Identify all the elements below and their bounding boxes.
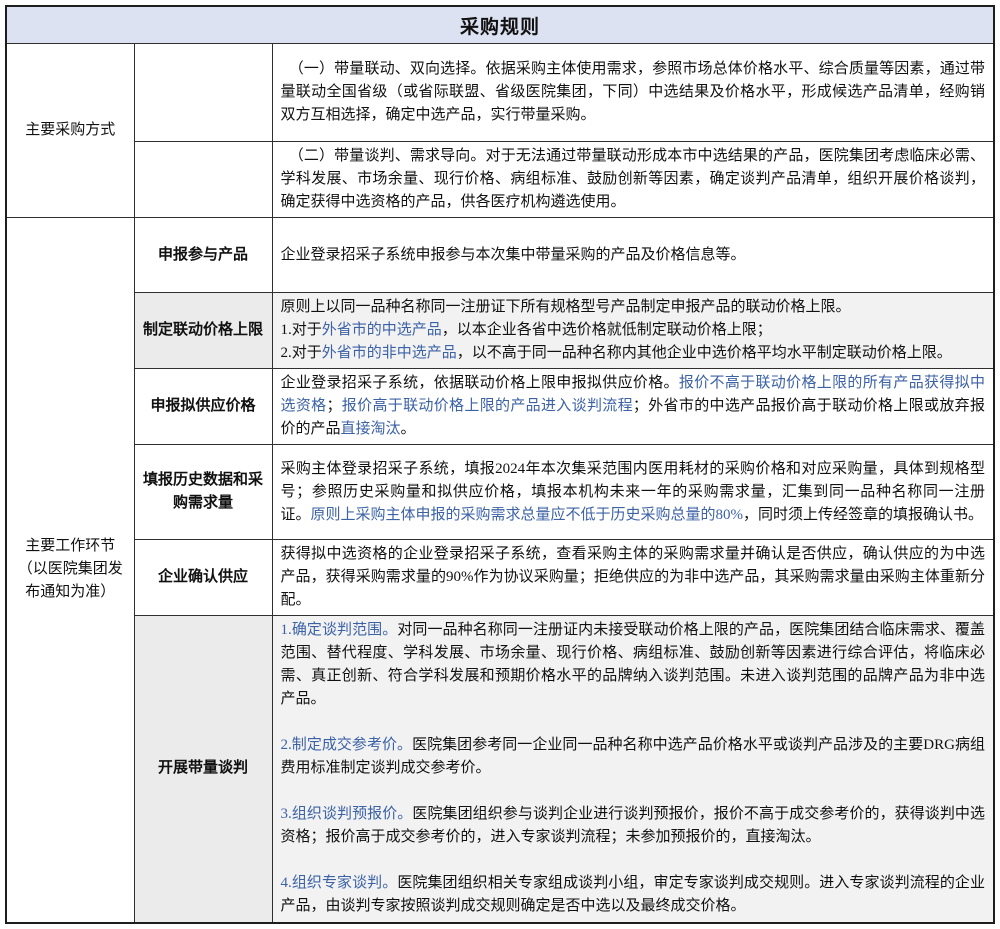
step-content: （二）带量谈判、需求导向。对于无法通过带量联动形成本市中选结果的产品，医院集团考…: [272, 142, 994, 218]
body-text: （一）带量联动、双向选择。依据采购主体使用需求，参照市场总体价格水平、综合质量等…: [281, 61, 986, 123]
content-paragraph: 获得拟中选资格的企业登录招采子系统，查看采购主体的采购需求量并确认是否供应，确认…: [281, 543, 986, 612]
group-label: 主要采购方式: [6, 44, 134, 218]
table-body: 主要采购方式 （一）带量联动、双向选择。依据采购主体使用需求，参照市场总体价格水平…: [6, 44, 994, 923]
table-row: 主要采购方式（一）带量联动、双向选择。依据采购主体使用需求，参照市场总体价格水平…: [6, 44, 994, 142]
step-label: [134, 44, 272, 142]
body-text: 2.对于: [281, 345, 322, 361]
highlighted-text: 原则上采购主体申报的采购需求总量应不低于历史采购总量的80%: [311, 507, 744, 523]
body-text: ，同时须上传经签章的填报确认书。: [743, 507, 983, 523]
content-paragraph: 2.制定成交参考价。医院集团参考同一企业同一品种名称中选产品价格水平或谈判产品涉…: [281, 734, 986, 780]
step-content: 企业登录招采子系统，依据联动价格上限申报拟供应价格。报价不高于联动价格上限的所有…: [272, 369, 994, 445]
content-paragraph: 3.组织谈判预报价。医院集团组织参与谈判企业进行谈判预报价，报价不高于成交参考价…: [281, 803, 986, 849]
body-text: 获得拟中选资格的企业登录招采子系统，查看采购主体的采购需求量并确认是否供应，确认…: [281, 546, 986, 608]
table-row: 制定联动价格上限原则上以同一品种名称同一注册证下所有规格型号产品制定申报产品的联…: [6, 293, 994, 369]
step-label: 申报拟供应价格: [134, 369, 272, 445]
step-label: 制定联动价格上限: [134, 293, 272, 369]
body-text: ，以不高于同一品种名称内其他企业中选价格平均水平制定联动价格上限。: [457, 345, 952, 361]
highlighted-text: 外省市的非中选产品: [322, 345, 457, 361]
step-label: 填报历史数据和采购需求量: [134, 445, 272, 540]
highlighted-text: 2.制定成交参考价。: [281, 737, 413, 753]
title-row: 采购规则: [6, 6, 994, 44]
table-row: 填报历史数据和采购需求量采购主体登录招采子系统，填报2024年本次集采范围内医用…: [6, 445, 994, 540]
table-row: 主要工作环节（以医院集团发布通知为准）申报参与产品企业登录招采子系统申报参与本次…: [6, 218, 994, 293]
table-row: 企业确认供应获得拟中选资格的企业登录招采子系统，查看采购主体的采购需求量并确认是…: [6, 540, 994, 616]
content-paragraph: （二）带量谈判、需求导向。对于无法通过带量联动形成本市中选结果的产品，医院集团考…: [281, 145, 986, 214]
highlighted-text: 直接淘汰: [341, 421, 401, 437]
highlighted-text: 外省市的中选产品: [322, 322, 442, 338]
body-text: 。: [401, 421, 416, 437]
highlighted-text: 4.组织专家谈判。: [281, 875, 398, 891]
content-paragraph: 企业登录招采子系统申报参与本次集中带量采购的产品及价格信息等。: [281, 244, 986, 267]
group-label: 主要工作环节（以医院集团发布通知为准）: [6, 218, 134, 923]
step-label: [134, 142, 272, 218]
highlighted-text: 1.确定谈判范围。: [281, 622, 398, 638]
content-paragraph: 1.对于外省市的中选产品，以本企业各省中选价格就低制定联动价格上限；: [281, 319, 986, 342]
content-paragraph: 采购主体登录招采子系统，填报2024年本次集采范围内医用耗材的采购价格和对应采购…: [281, 458, 986, 527]
body-text: ；: [326, 398, 341, 414]
highlighted-text: 报价高于联动价格上限的产品进入谈判流程: [341, 398, 632, 414]
step-content: 采购主体登录招采子系统，填报2024年本次集采范围内医用耗材的采购价格和对应采购…: [272, 445, 994, 540]
body-text: 原则上以同一品种名称同一注册证下所有规格型号产品制定申报产品的联动价格上限。: [281, 299, 851, 315]
body-text: ，以本企业各省中选价格就低制定联动价格上限；: [442, 322, 772, 338]
step-content: 企业登录招采子系统申报参与本次集中带量采购的产品及价格信息等。: [272, 218, 994, 293]
step-content: 1.确定谈判范围。对同一品种名称同一注册证内未接受联动价格上限的产品，医院集团结…: [272, 616, 994, 923]
content-paragraph: 1.确定谈判范围。对同一品种名称同一注册证内未接受联动价格上限的产品，医院集团结…: [281, 619, 986, 711]
step-content: （一）带量联动、双向选择。依据采购主体使用需求，参照市场总体价格水平、综合质量等…: [272, 44, 994, 142]
content-paragraph: 4.组织专家谈判。医院集团组织相关专家组成谈判小组，审定专家谈判成交规则。进入专…: [281, 872, 986, 918]
step-content: 获得拟中选资格的企业登录招采子系统，查看采购主体的采购需求量并确认是否供应，确认…: [272, 540, 994, 616]
table-row: （二）带量谈判、需求导向。对于无法通过带量联动形成本市中选结果的产品，医院集团考…: [6, 142, 994, 218]
procurement-table: 采购规则 主要采购方式 （一）带量联动、双向选择。依据采购主体使用需求，参照市场总…: [5, 5, 995, 924]
content-paragraph: 企业登录招采子系统，依据联动价格上限申报拟供应价格。报价不高于联动价格上限的所有…: [281, 372, 986, 441]
page-title: 采购规则: [6, 6, 994, 44]
body-text: （二）带量谈判、需求导向。对于无法通过带量联动形成本市中选结果的产品，医院集团考…: [281, 148, 986, 210]
table-row: 开展带量谈判1.确定谈判范围。对同一品种名称同一注册证内未接受联动价格上限的产品…: [6, 616, 994, 923]
step-label: 申报参与产品: [134, 218, 272, 293]
content-paragraph: 2.对于外省市的非中选产品，以不高于同一品种名称内其他企业中选价格平均水平制定联…: [281, 342, 986, 365]
table-row: 申报拟供应价格企业登录招采子系统，依据联动价格上限申报拟供应价格。报价不高于联动…: [6, 369, 994, 445]
highlighted-text: 3.组织谈判预报价。: [281, 806, 413, 822]
body-text: 企业登录招采子系统，依据联动价格上限申报拟供应价格。: [281, 375, 679, 391]
step-label: 开展带量谈判: [134, 616, 272, 923]
step-content: 原则上以同一品种名称同一注册证下所有规格型号产品制定申报产品的联动价格上限。 1.…: [272, 293, 994, 369]
body-text: 1.对于: [281, 322, 322, 338]
content-paragraph: （一）带量联动、双向选择。依据采购主体使用需求，参照市场总体价格水平、综合质量等…: [281, 58, 986, 127]
procurement-rules-document: 采购规则 主要采购方式 （一）带量联动、双向选择。依据采购主体使用需求，参照市场总…: [0, 0, 1000, 929]
content-paragraph: 原则上以同一品种名称同一注册证下所有规格型号产品制定申报产品的联动价格上限。: [281, 296, 986, 319]
step-label: 企业确认供应: [134, 540, 272, 616]
body-text: 企业登录招采子系统申报参与本次集中带量采购的产品及价格信息等。: [281, 247, 746, 263]
